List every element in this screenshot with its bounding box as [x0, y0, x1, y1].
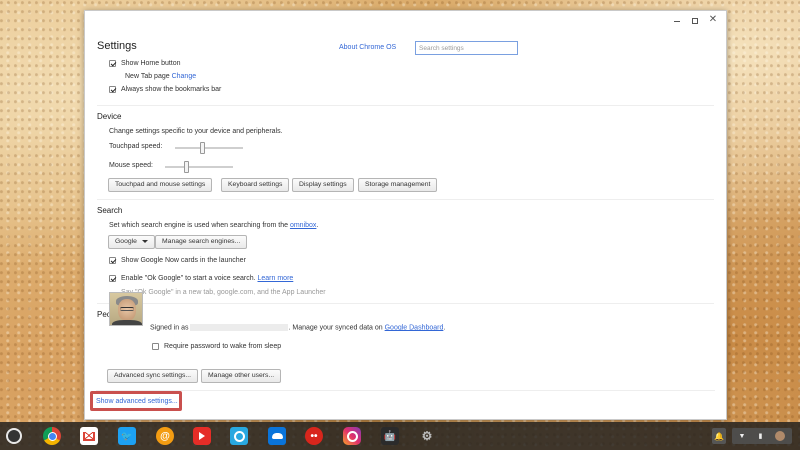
- divider: [97, 199, 714, 200]
- divider: [97, 303, 714, 304]
- app-launcher-button[interactable]: [6, 428, 22, 444]
- new-tab-page-label: New Tab page: [125, 73, 170, 80]
- google-dashboard-link[interactable]: Google Dashboard: [385, 324, 444, 331]
- search-description-end: .: [316, 222, 319, 229]
- cloud-icon[interactable]: [268, 427, 286, 445]
- gmail-envelope: [83, 431, 95, 441]
- signed-in-row: Signed in as . Manage your synced data o…: [150, 324, 445, 331]
- touchpad-speed-slider[interactable]: [175, 142, 243, 154]
- show-home-button-label: Show Home button: [121, 60, 181, 67]
- ok-google-row: Enable "Ok Google" to start a voice sear…: [121, 275, 293, 282]
- wifi-icon: ▼: [738, 432, 746, 440]
- touchpad-speed-thumb[interactable]: [200, 142, 205, 154]
- user-avatar-mini: [775, 431, 786, 441]
- avatar-shirt: [112, 320, 142, 325]
- search-section-title: Search: [97, 206, 123, 215]
- touchpad-mouse-settings-button[interactable]: Touchpad and mouse settings: [108, 178, 213, 192]
- avatar-glasses: [120, 307, 134, 311]
- instagram-icon[interactable]: [343, 427, 361, 445]
- mouse-speed-label: Mouse speed:: [109, 162, 153, 169]
- settings-content: Show Home button New Tab page Change Alw…: [85, 57, 726, 419]
- close-icon: ✕: [708, 14, 718, 25]
- search-engine-selected: Google: [115, 238, 137, 245]
- search-engine-select[interactable]: Google: [108, 235, 155, 249]
- battery-icon: ▮: [758, 433, 763, 440]
- redacted-email: [190, 324, 289, 331]
- android-icon[interactable]: 🤖: [381, 427, 399, 445]
- gmail-icon[interactable]: [80, 427, 98, 445]
- device-description: Change settings specific to your device …: [109, 128, 283, 135]
- device-section-title: Device: [97, 112, 122, 121]
- red-ball-icon[interactable]: ••: [305, 427, 323, 445]
- camera-icon[interactable]: [230, 427, 248, 445]
- manage-other-users-button[interactable]: Manage other users...: [201, 369, 282, 383]
- change-home-link[interactable]: Change: [172, 73, 197, 80]
- learn-more-link[interactable]: Learn more: [258, 275, 294, 282]
- minimize-button[interactable]: [670, 14, 684, 26]
- display-settings-button[interactable]: Display settings: [292, 178, 354, 192]
- manage-synced-text: . Manage your synced data on: [288, 324, 383, 332]
- new-tab-page-row: New Tab page Change: [125, 73, 196, 80]
- page-title: Settings: [97, 40, 137, 52]
- advanced-sync-settings-button[interactable]: Advanced sync settings...: [107, 369, 199, 383]
- show-home-button-checkbox[interactable]: [109, 60, 116, 67]
- search-description-text: Set which search engine is used when sea…: [109, 222, 288, 229]
- minimize-icon: [674, 21, 680, 23]
- google-now-label: Show Google Now cards in the launcher: [121, 257, 246, 264]
- bookmarks-bar-label: Always show the bookmarks bar: [121, 86, 222, 93]
- maximize-icon: [692, 17, 698, 24]
- manage-search-engines-button[interactable]: Manage search engines...: [155, 235, 248, 249]
- chrome-icon[interactable]: [43, 427, 61, 445]
- search-settings-input[interactable]: [415, 41, 518, 55]
- ok-google-label: Enable "Ok Google" to start a voice sear…: [121, 275, 256, 282]
- touchpad-speed-label: Touchpad speed:: [109, 143, 163, 150]
- google-now-checkbox[interactable]: [109, 257, 116, 264]
- omnibox-link[interactable]: omnibox: [290, 222, 316, 229]
- ok-google-checkbox[interactable]: [109, 275, 116, 282]
- ok-google-hint: Say "Ok Google" in a new tab, google.com…: [121, 289, 326, 296]
- shelf: 🐦 @ •• 🤖 ⚙ 🔔 ▼ ▮: [0, 422, 800, 450]
- bookmarks-bar-checkbox[interactable]: [109, 86, 116, 93]
- notification-bell-icon[interactable]: 🔔: [712, 428, 726, 444]
- keyboard-settings-button[interactable]: Keyboard settings: [221, 178, 290, 192]
- dropdown-caret-icon: [141, 239, 148, 243]
- show-advanced-settings-link[interactable]: Show advanced settings...: [96, 398, 178, 405]
- avatar[interactable]: [109, 292, 143, 326]
- at-sign-icon[interactable]: @: [156, 427, 174, 445]
- search-description: Set which search engine is used when sea…: [109, 222, 318, 229]
- mouse-speed-thumb[interactable]: [184, 161, 189, 173]
- mouse-speed-slider[interactable]: [165, 161, 233, 173]
- storage-management-button[interactable]: Storage management: [358, 178, 438, 192]
- twitter-icon[interactable]: 🐦: [118, 427, 136, 445]
- title-bar: ✕: [85, 11, 726, 29]
- about-chrome-os-link[interactable]: About Chrome OS: [339, 44, 396, 51]
- youtube-icon[interactable]: [193, 427, 211, 445]
- status-area[interactable]: 🔔 ▼ ▮: [700, 426, 796, 446]
- settings-gear-icon[interactable]: ⚙: [418, 427, 436, 445]
- signed-in-label: Signed in as: [150, 324, 189, 332]
- close-button[interactable]: ✕: [706, 14, 720, 26]
- divider: [97, 105, 714, 106]
- maximize-button[interactable]: [688, 14, 702, 26]
- system-tray[interactable]: ▼ ▮: [732, 428, 792, 444]
- dashboard-end: .: [443, 324, 446, 332]
- settings-window: ✕ Settings About Chrome OS Show Home but…: [84, 10, 727, 420]
